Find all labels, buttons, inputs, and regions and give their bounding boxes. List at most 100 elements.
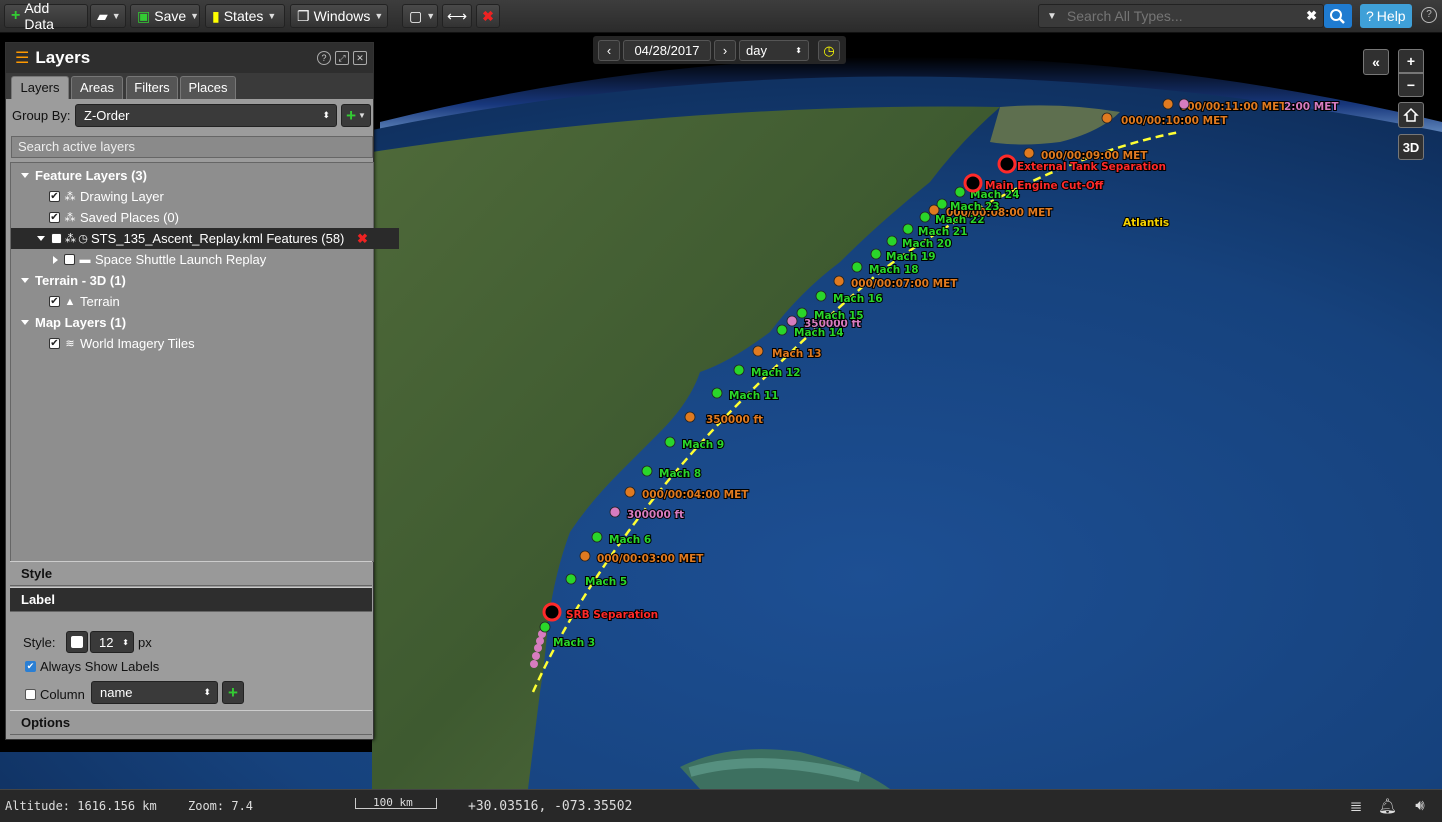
track-point-marker[interactable]	[733, 364, 745, 376]
event-marker[interactable]	[542, 602, 562, 622]
layer-checkbox[interactable]	[51, 233, 62, 244]
layer-sts135-kml[interactable]: ⁂ ◷ STS_135_Ascent_Replay.kml Features (…	[11, 228, 399, 249]
track-point-marker[interactable]	[591, 531, 603, 543]
home-view-button[interactable]	[1398, 102, 1424, 128]
interval-select[interactable]: day ⬍	[739, 40, 809, 61]
previous-date-button[interactable]: ‹	[598, 40, 620, 61]
panel-title: Layers	[35, 48, 91, 67]
options-section-header[interactable]: Options	[10, 710, 372, 735]
open-folder-button[interactable]: ▰ ▼	[90, 4, 126, 28]
help-icon[interactable]: ?	[317, 51, 331, 65]
label-section-header[interactable]: Label	[10, 587, 372, 612]
search-active-layers-input[interactable]: Search active layers	[11, 136, 373, 158]
clear-search-icon[interactable]: ✖	[1306, 8, 1317, 24]
track-point-marker[interactable]	[1023, 147, 1035, 159]
track-point-marker[interactable]	[776, 324, 788, 336]
layer-saved-places[interactable]: ✔ ⁂ Saved Places (0)	[11, 207, 411, 228]
zoom-in-button[interactable]: +	[1398, 49, 1424, 73]
search-input[interactable]	[1064, 7, 1299, 25]
collapse-panel-button[interactable]: «	[1363, 49, 1389, 75]
track-point-marker[interactable]	[641, 465, 653, 477]
tab-places[interactable]: Places	[180, 76, 236, 99]
column-select[interactable]: name ⬍	[91, 681, 218, 704]
track-point-marker[interactable]	[815, 290, 827, 302]
popout-icon[interactable]: ⤢	[335, 51, 349, 65]
group-feature-layers[interactable]: Feature Layers (3)	[11, 165, 383, 186]
add-data-button[interactable]: + Add Data	[4, 0, 88, 32]
layer-checkbox[interactable]	[64, 254, 75, 265]
help-button[interactable]: ? Help	[1360, 4, 1412, 28]
track-point-marker[interactable]	[579, 550, 591, 562]
launch-point-marker[interactable]	[532, 652, 540, 660]
date-field[interactable]: 04/28/2017	[623, 40, 711, 61]
speaker-icon[interactable]: 🔊︎	[1411, 797, 1429, 815]
panel-header[interactable]: ☰ Layers ? ⤢ ✕	[6, 43, 373, 73]
close-icon[interactable]: ✕	[353, 51, 367, 65]
launch-point-marker[interactable]	[530, 660, 538, 668]
timeline-clock-button[interactable]: ◷	[818, 40, 840, 61]
clear-button[interactable]: ✖	[476, 4, 500, 28]
track-point-marker[interactable]	[1178, 98, 1190, 110]
windows-button[interactable]: ❐ Windows ▼	[290, 4, 388, 28]
layer-checkbox[interactable]: ✔	[49, 296, 60, 307]
layer-shuttle-replay-folder[interactable]: ▬ Space Shuttle Launch Replay	[11, 249, 415, 270]
search-all-types-box[interactable]: ▼ ✖	[1038, 4, 1324, 28]
track-point-marker[interactable]	[796, 307, 808, 319]
track-point-marker[interactable]	[752, 345, 764, 357]
track-point-marker[interactable]	[886, 235, 898, 247]
database-icon[interactable]: ≣	[1347, 797, 1365, 815]
tab-filters[interactable]: Filters	[126, 76, 178, 99]
layer-checkbox[interactable]: ✔	[49, 338, 60, 349]
track-point-marker[interactable]	[624, 486, 636, 498]
always-show-checkbox[interactable]: ✔	[25, 661, 36, 672]
track-point-marker[interactable]	[851, 261, 863, 273]
track-point-marker[interactable]	[954, 186, 966, 198]
add-column-button[interactable]: +	[222, 681, 244, 704]
add-layer-button[interactable]: + ▼	[341, 104, 371, 127]
launch-point-marker[interactable]	[536, 637, 544, 645]
tab-layers[interactable]: Layers	[11, 76, 69, 99]
track-point-marker[interactable]	[1162, 98, 1174, 110]
toggle-3d-button[interactable]: 3D	[1398, 134, 1424, 160]
track-point-marker[interactable]	[684, 411, 696, 423]
tab-areas[interactable]: Areas	[71, 76, 123, 99]
layer-terrain[interactable]: ✔ ▲ Terrain	[11, 291, 411, 312]
bell-icon[interactable]: 🔔︎	[1378, 797, 1397, 815]
save-button[interactable]: ▣ Save ▼	[130, 4, 200, 28]
search-button[interactable]	[1324, 4, 1352, 28]
layer-label: Saved Places (0)	[80, 210, 179, 225]
layer-checkbox[interactable]: ✔	[49, 191, 60, 202]
track-point-marker[interactable]	[902, 223, 914, 235]
group-map-layers[interactable]: Map Layers (1)	[11, 312, 383, 333]
style-section-header[interactable]: Style	[10, 561, 372, 586]
selection-box-button[interactable]: ▢ ▼	[402, 4, 438, 28]
track-point-marker[interactable]	[936, 198, 948, 210]
launch-point-marker[interactable]	[534, 644, 542, 652]
track-point-marker[interactable]	[833, 275, 845, 287]
zoom-out-button[interactable]: −	[1398, 73, 1424, 97]
layer-drawing[interactable]: ✔ ⁂ Drawing Layer	[11, 186, 411, 207]
question-icon[interactable]: ?	[1421, 7, 1437, 23]
states-button[interactable]: ▮ States ▼	[205, 4, 285, 28]
layer-checkbox[interactable]: ✔	[49, 212, 60, 223]
track-point-marker[interactable]	[565, 573, 577, 585]
track-point-marker[interactable]	[539, 621, 551, 633]
next-date-button[interactable]: ›	[714, 40, 736, 61]
layer-world-imagery[interactable]: ✔ ≋ World Imagery Tiles	[11, 333, 411, 354]
group-by-select[interactable]: Z-Order ⬍	[75, 104, 337, 127]
label-color-button[interactable]	[66, 631, 88, 653]
group-terrain[interactable]: Terrain - 3D (1)	[11, 270, 383, 291]
track-point-marker[interactable]	[870, 248, 882, 260]
track-point-marker[interactable]	[664, 436, 676, 448]
track-point-marker[interactable]	[711, 387, 723, 399]
event-marker[interactable]	[997, 154, 1017, 174]
event-marker[interactable]	[963, 173, 983, 193]
font-size-stepper[interactable]: 12 ⬍	[90, 631, 134, 653]
track-point-marker[interactable]	[609, 506, 621, 518]
track-point-marker[interactable]	[919, 211, 931, 223]
track-point-marker[interactable]	[1101, 112, 1113, 124]
column-checkbox[interactable]	[25, 689, 36, 700]
measure-button[interactable]: ⟷	[442, 4, 472, 28]
track-point-marker[interactable]	[786, 315, 798, 327]
remove-layer-icon[interactable]: ✖	[357, 231, 368, 247]
